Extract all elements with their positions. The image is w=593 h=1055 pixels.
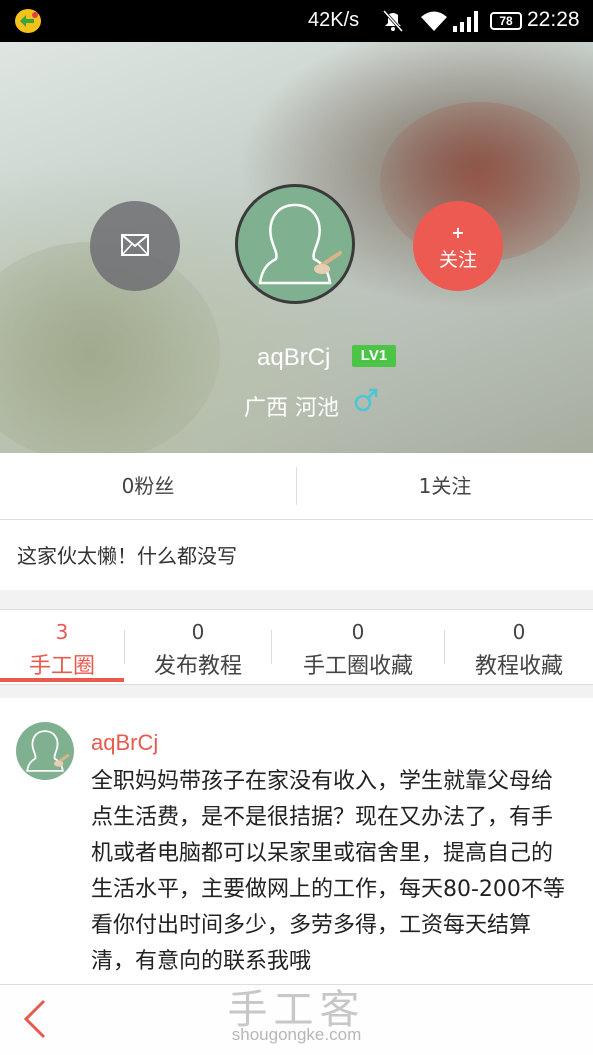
- post-item[interactable]: aqBrCj 全职妈妈带孩子在家没有收入，学生就靠父母给点生活费，是不是很拮据？…: [0, 698, 593, 984]
- bio-text: 这家伙太懒！什么都没写: [17, 544, 237, 568]
- tab-count: 0: [191, 620, 205, 644]
- fans-count[interactable]: 0粉丝: [0, 453, 296, 519]
- tab-circle-favorites[interactable]: 0 手工圈收藏: [272, 610, 444, 684]
- follow-label: 关注: [438, 249, 477, 271]
- default-avatar-icon: [258, 203, 342, 285]
- tab-tutorial-favorites[interactable]: 0 教程收藏: [445, 610, 593, 684]
- message-button[interactable]: [90, 201, 180, 291]
- bio-section: 这家伙太懒！什么都没写: [0, 520, 593, 590]
- tab-label: 教程收藏: [474, 654, 563, 679]
- signal-icon: [453, 11, 478, 32]
- tab-label: 发布教程: [153, 654, 242, 679]
- level-badge: LV1: [352, 345, 396, 367]
- following-count[interactable]: 1关注: [297, 453, 593, 519]
- default-avatar-icon: [26, 730, 70, 772]
- tab-count: 0: [512, 620, 526, 644]
- follow-button[interactable]: + 关注: [413, 201, 503, 291]
- active-tab-indicator: [0, 678, 124, 682]
- plus-icon: +: [451, 223, 465, 242]
- post-text: 全职妈妈带孩子在家没有收入，学生就靠父母给点生活费，是不是很拮据？现在又办法了，…: [91, 769, 565, 974]
- tab-count: 0: [351, 620, 365, 644]
- stats-bar: 0粉丝 1关注: [0, 453, 593, 520]
- post-author-avatar[interactable]: [16, 722, 74, 780]
- network-speed: 42K/s: [308, 9, 360, 31]
- tab-handcraft-circle[interactable]: 3 手工圈: [0, 610, 124, 684]
- profile-header: + 关注 aqBrCj LV1 广西 河池: [0, 42, 593, 453]
- bottom-bar: 手工客 shougongke.com: [0, 984, 593, 1055]
- tab-count: 3: [55, 620, 69, 644]
- battery-icon: 78: [490, 12, 522, 30]
- tab-label: 手工圈: [28, 654, 95, 679]
- username: aqBrCj: [257, 344, 331, 371]
- envelope-icon: [121, 234, 149, 256]
- male-gender-icon: [354, 388, 378, 412]
- tab-label: 手工圈收藏: [302, 654, 413, 679]
- mute-icon: [382, 9, 404, 33]
- content-tabs: 3 手工圈 0 发布教程 0 手工圈收藏 0 教程收藏: [0, 609, 593, 685]
- post-author-name[interactable]: aqBrCj: [91, 730, 158, 756]
- tab-published-tutorials[interactable]: 0 发布教程: [125, 610, 271, 684]
- watermark-url: shougongke.com: [231, 1025, 362, 1044]
- wifi-icon: [421, 11, 447, 31]
- app-notification-icon: [15, 9, 41, 33]
- profile-avatar[interactable]: [235, 184, 355, 304]
- clock: 22:28: [527, 8, 580, 31]
- status-bar: 42K/s 78 22:28: [0, 0, 593, 42]
- location: 广西 河池: [244, 396, 339, 421]
